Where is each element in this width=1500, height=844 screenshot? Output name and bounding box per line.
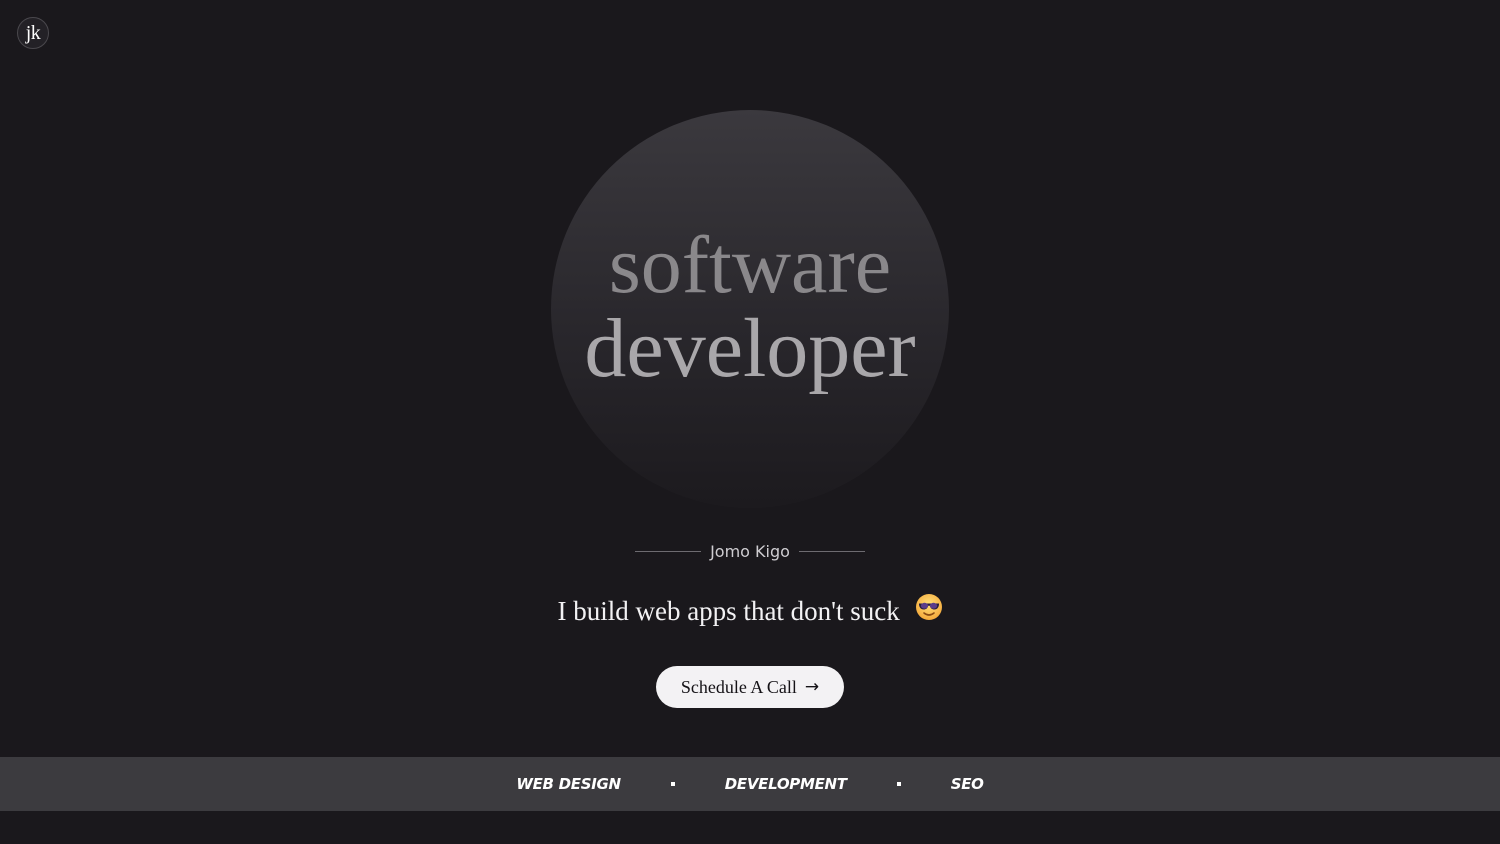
- name-divider-left: [635, 550, 702, 552]
- square-bullet-icon: [896, 782, 901, 786]
- site-logo[interactable]: jk: [17, 17, 49, 49]
- tagline-text: I build web apps that don't suck: [557, 596, 900, 626]
- hero-headline: software developer: [450, 219, 1050, 395]
- headline-line-2: developer: [584, 302, 916, 395]
- schedule-call-label: Schedule A Call: [680, 676, 797, 697]
- name-divider-right: [798, 550, 865, 552]
- author-name-row: Jomo Kigo: [600, 538, 900, 564]
- ticker-item-web-design: WEB DESIGN: [516, 775, 621, 793]
- hero-tagline: I build web apps that don't suck: [400, 593, 1100, 628]
- headline-line-1: software: [608, 219, 892, 310]
- services-ticker: WEB DESIGN DEVELOPMENT SEO: [0, 757, 1500, 811]
- square-bullet-icon: [670, 782, 675, 786]
- schedule-call-button[interactable]: Schedule A Call →: [656, 666, 844, 708]
- ticker-item-seo: SEO: [950, 775, 984, 793]
- author-name: Jomo Kigo: [710, 541, 790, 561]
- ticker-item-development: DEVELOPMENT: [724, 775, 847, 793]
- arrow-right-icon: →: [804, 677, 820, 697]
- sunglasses-smile-emoji-icon: [915, 593, 943, 628]
